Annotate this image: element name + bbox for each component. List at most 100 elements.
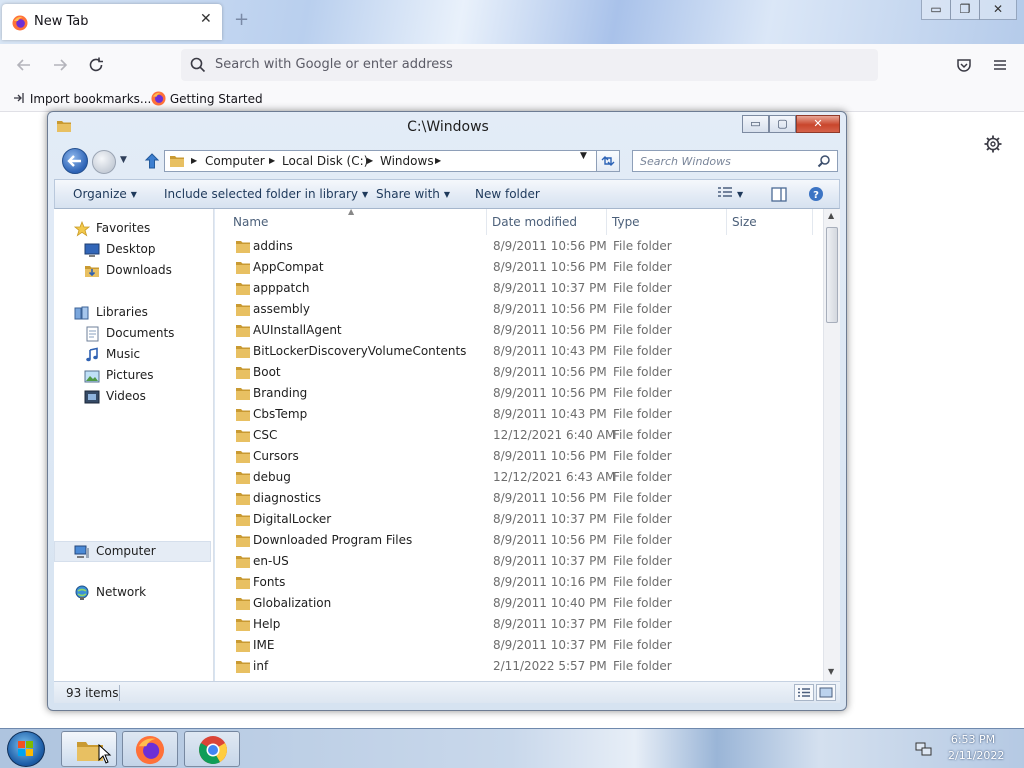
table-row[interactable]: CSC 12/12/2021 6:40 AM File folder [215, 425, 823, 446]
new-tab-icon[interactable]: + [234, 9, 249, 30]
file-name: apppatch [253, 281, 310, 295]
new-folder-button[interactable]: New folder [475, 187, 540, 201]
pocket-icon[interactable] [954, 55, 974, 75]
breadcrumb-computer[interactable]: Computer [205, 154, 265, 168]
taskbar-chrome-button[interactable] [184, 731, 240, 767]
breadcrumb-arrow-icon[interactable]: ▶ [435, 156, 441, 165]
table-row[interactable]: en-US 8/9/2011 10:37 PM File folder [215, 551, 823, 572]
file-date-modified: 8/9/2011 10:56 PM [493, 323, 607, 337]
forward-button[interactable] [92, 150, 116, 174]
folder-icon [236, 619, 250, 631]
column-header-size[interactable]: Size [727, 209, 813, 235]
breadcrumb-windows[interactable]: Windows [380, 154, 434, 168]
nav-computer-label: Computer [96, 544, 156, 558]
close-button[interactable]: ✕ [796, 115, 840, 133]
back-arrow-icon[interactable] [14, 55, 34, 75]
folder-icon [236, 388, 250, 400]
scrollbar-thumb[interactable] [826, 227, 838, 323]
bookmark-import[interactable]: Import bookmarks... [12, 91, 151, 106]
gear-icon[interactable] [983, 134, 1003, 154]
url-bar[interactable]: Search with Google or enter address [181, 49, 878, 81]
table-row[interactable]: assembly 8/9/2011 10:56 PM File folder [215, 299, 823, 320]
navigation-pane: Favorites Desktop Downloads Libraries Do… [54, 209, 214, 681]
bookmark-getting-started[interactable]: Getting Started [151, 91, 263, 106]
clock-time[interactable]: 6:53 PM [948, 733, 998, 746]
folder-icon [236, 304, 250, 316]
table-row[interactable]: Branding 8/9/2011 10:56 PM File folder [215, 383, 823, 404]
change-view-button[interactable]: ▼ [717, 186, 743, 201]
refresh-button[interactable] [596, 150, 620, 172]
vertical-scrollbar[interactable]: ▲ ▼ [823, 209, 840, 681]
table-row[interactable]: AppCompat 8/9/2011 10:56 PM File folder [215, 257, 823, 278]
clock-date[interactable]: 2/11/2022 [948, 749, 1004, 762]
table-row[interactable]: Cursors 8/9/2011 10:56 PM File folder [215, 446, 823, 467]
help-icon[interactable]: ? [808, 186, 824, 202]
firefox-icon [135, 735, 165, 765]
table-row[interactable]: DigitalLocker 8/9/2011 10:37 PM File folde… [215, 509, 823, 530]
file-name: IME [253, 638, 275, 652]
table-row[interactable]: Help 8/9/2011 10:37 PM File folder [215, 614, 823, 635]
taskbar-firefox-button[interactable] [122, 731, 178, 767]
scroll-down-arrow-icon[interactable]: ▼ [828, 667, 834, 676]
up-arrow-icon[interactable] [144, 152, 160, 170]
network-tray-icon[interactable] [915, 740, 933, 758]
file-name: addins [253, 239, 293, 253]
address-bar[interactable]: ▶ Computer ▶ Local Disk (C:) ▶ Windows ▶ [164, 150, 620, 172]
preview-pane-icon[interactable] [771, 187, 787, 202]
table-row[interactable]: Boot 8/9/2011 10:56 PM File folder [215, 362, 823, 383]
column-header-type[interactable]: Type [607, 209, 727, 235]
table-row[interactable]: addins 8/9/2011 10:56 PM File folder [215, 236, 823, 257]
breadcrumb-local-disk[interactable]: Local Disk (C:) [282, 154, 368, 168]
include-in-library-button[interactable]: Include selected folder in library ▼ [164, 187, 368, 201]
sort-arrow-icon: ▲ [348, 209, 355, 216]
large-icons-view-button[interactable] [816, 684, 836, 701]
status-bar: 93 items [54, 681, 840, 703]
command-bar: Organize ▼ Include selected folder in lib… [54, 179, 840, 209]
address-dropdown[interactable]: ▼ [580, 151, 587, 161]
table-row[interactable]: CbsTemp 8/9/2011 10:43 PM File folder [215, 404, 823, 425]
table-row[interactable]: Downloaded Program Files 8/9/2011 10:56 P… [215, 530, 823, 551]
file-name: Branding [253, 386, 308, 400]
breadcrumb-arrow-icon[interactable]: ▶ [367, 156, 373, 165]
nav-computer[interactable]: Computer [54, 541, 211, 562]
file-type: File folder [613, 302, 672, 316]
scroll-up-arrow-icon[interactable]: ▲ [828, 211, 834, 220]
folder-icon [236, 409, 250, 421]
file-date-modified: 8/9/2011 10:56 PM [493, 302, 607, 316]
forward-arrow-icon[interactable] [50, 55, 70, 75]
table-row[interactable]: diagnostics 8/9/2011 10:56 PM File folder [215, 488, 823, 509]
column-header-name[interactable]: Name ▲ [228, 209, 487, 235]
start-button[interactable] [7, 731, 45, 767]
organize-button[interactable]: Organize ▼ [73, 187, 137, 201]
table-row[interactable]: debug 12/12/2021 6:43 AM File folder [215, 467, 823, 488]
recent-pages-dropdown[interactable]: ▼ [120, 155, 127, 165]
table-row[interactable]: BitLockerDiscoveryVolumeContents 8/9/2011… [215, 341, 823, 362]
table-row[interactable]: inf 2/11/2022 5:57 PM File folder [215, 656, 823, 677]
folder-icon [236, 262, 250, 274]
hamburger-menu-icon[interactable] [990, 55, 1010, 75]
tab-close-icon[interactable]: ✕ [200, 11, 212, 27]
table-row[interactable]: Fonts 8/9/2011 10:16 PM File folder [215, 572, 823, 593]
maximize-button[interactable]: ▢ [769, 115, 796, 133]
breadcrumb-arrow-icon[interactable]: ▶ [191, 156, 197, 165]
search-input[interactable]: Search Windows [632, 150, 838, 172]
browser-tab-new-tab[interactable]: New Tab ✕ [2, 4, 222, 40]
table-row[interactable]: Globalization 8/9/2011 10:40 PM File folde… [215, 593, 823, 614]
browser-minimize-button[interactable]: ▭ [921, 0, 951, 20]
taskbar-explorer-button[interactable] [61, 731, 117, 767]
details-view-button[interactable] [794, 684, 814, 701]
table-row[interactable]: apppatch 8/9/2011 10:37 PM File folder [215, 278, 823, 299]
browser-restore-button[interactable]: ❐ [950, 0, 980, 20]
column-header-date[interactable]: Date modified [487, 209, 607, 235]
reload-icon[interactable] [86, 55, 106, 75]
share-with-button[interactable]: Share with ▼ [376, 187, 450, 201]
browser-close-button[interactable]: ✕ [979, 0, 1017, 20]
file-name: Fonts [253, 575, 286, 589]
table-row[interactable]: AUInstallAgent 8/9/2011 10:56 PM File fold… [215, 320, 823, 341]
breadcrumb-arrow-icon[interactable]: ▶ [269, 156, 275, 165]
file-type: File folder [613, 260, 672, 274]
table-row[interactable]: IME 8/9/2011 10:37 PM File folder [215, 635, 823, 656]
back-button[interactable] [62, 148, 88, 174]
file-name: Cursors [253, 449, 299, 463]
minimize-button[interactable]: ▭ [742, 115, 769, 133]
